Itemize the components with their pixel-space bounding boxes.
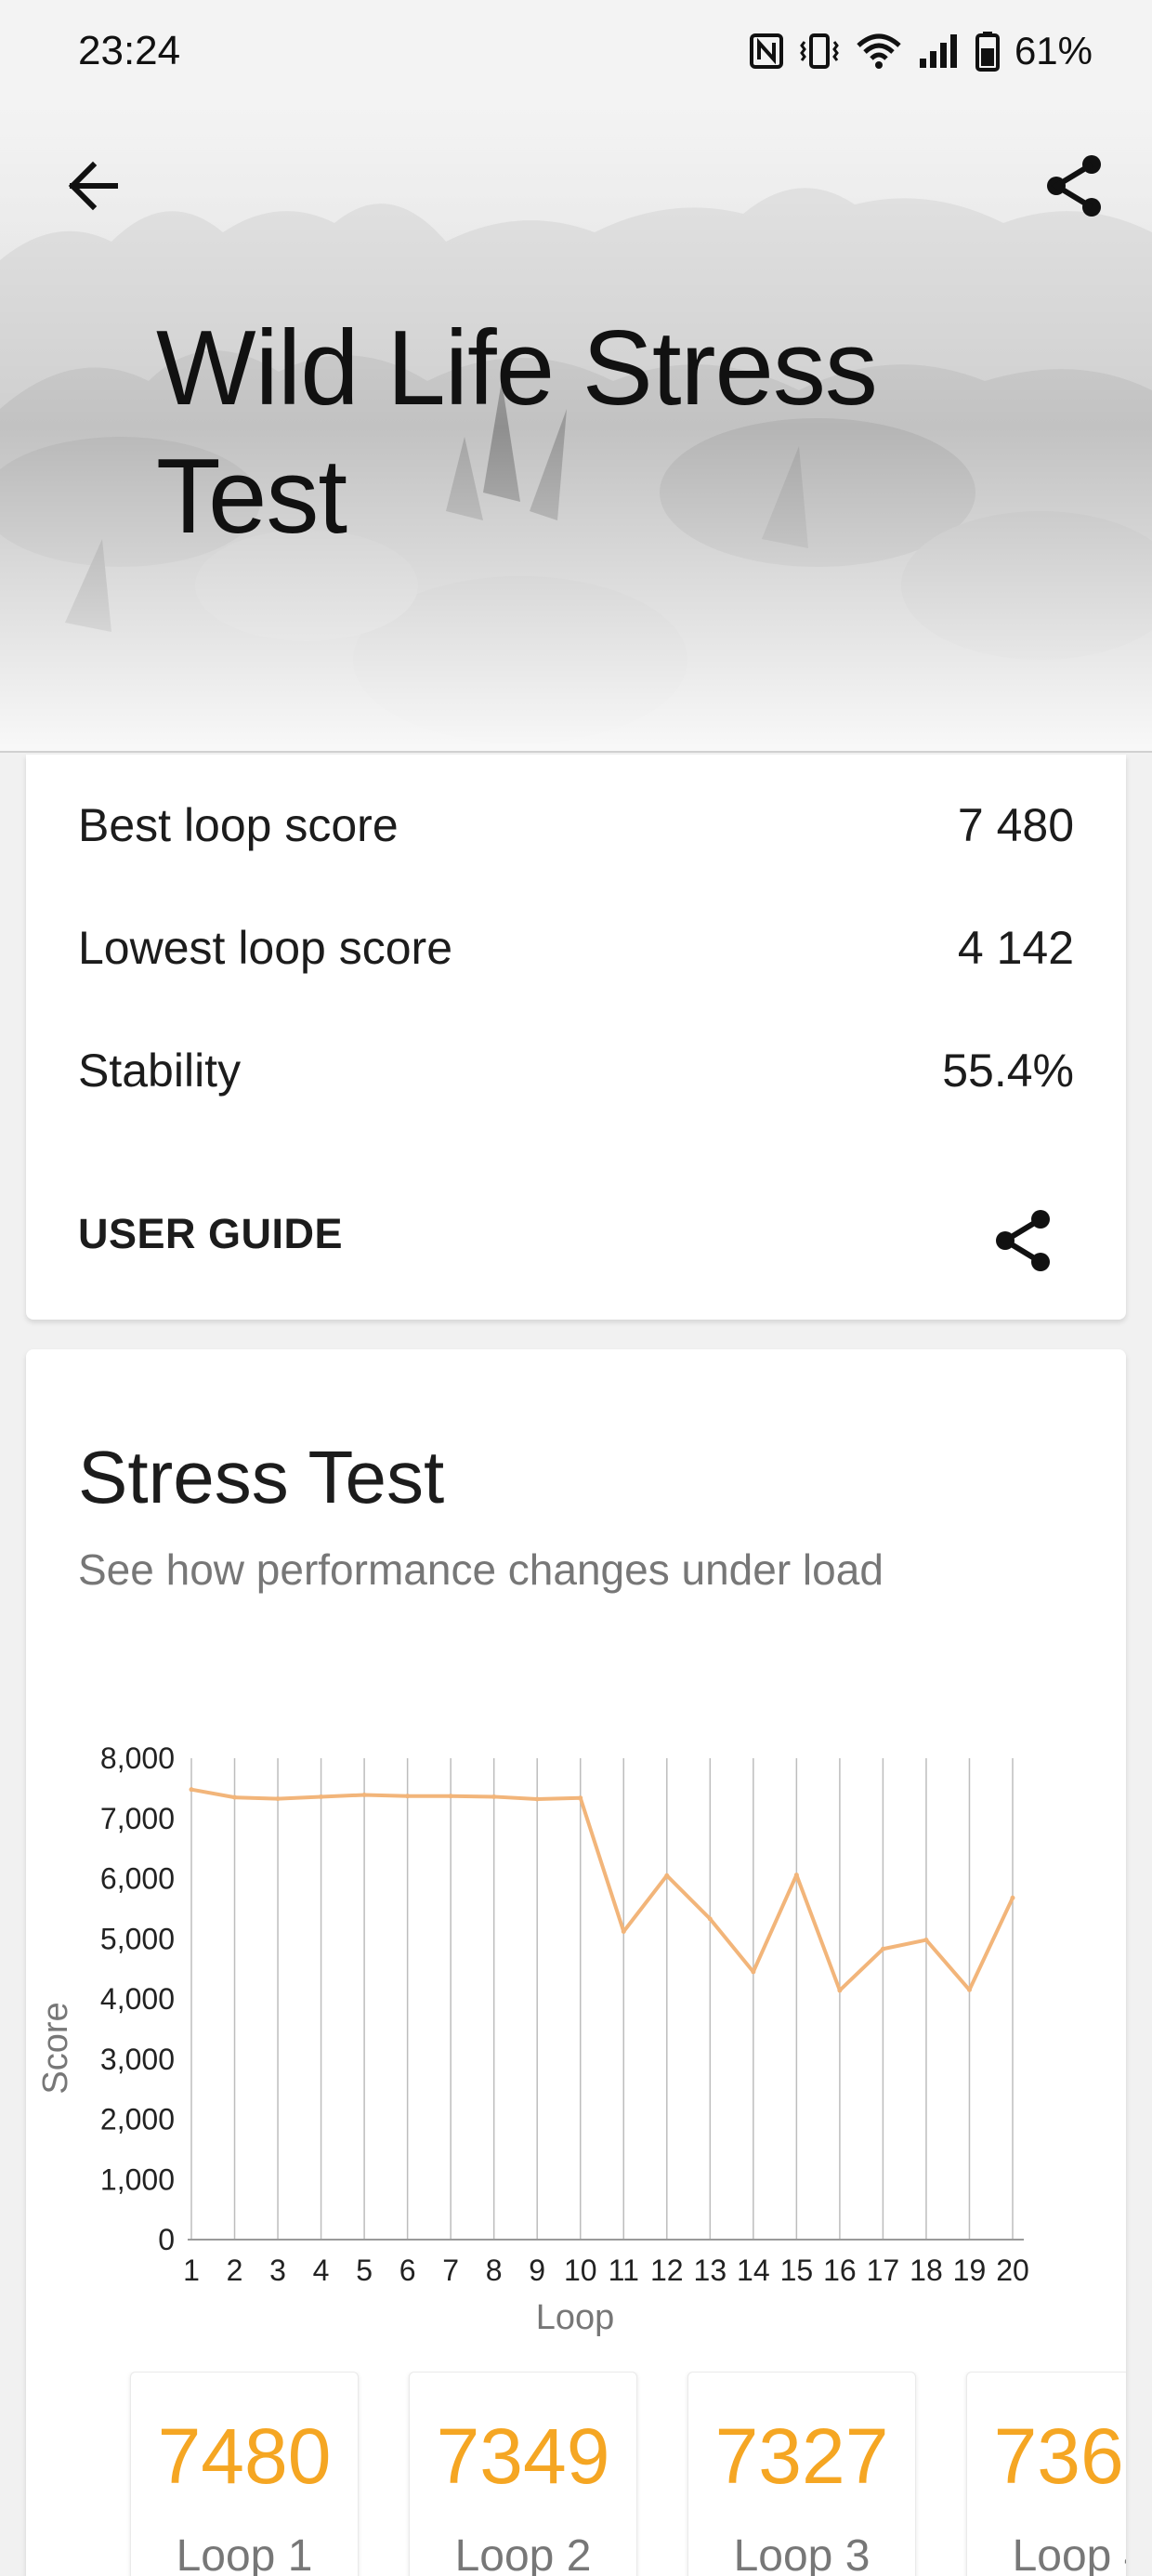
best-loop-score-value: 7 480 [957, 799, 1074, 851]
lowest-loop-score-label: Lowest loop score [78, 922, 453, 974]
x-tick-label: 15 [780, 2254, 814, 2287]
status-time: 23:24 [78, 28, 181, 73]
x-tick-label: 9 [529, 2254, 545, 2287]
share-icon [996, 1210, 1050, 1271]
share-results-button[interactable] [981, 1199, 1065, 1282]
data-point-loop-11 [621, 1928, 626, 1934]
page-title: Wild Life Stress Test [156, 309, 878, 556]
stress-test-chart: 0 1,000 2,000 3,000 4,000 5,000 6,000 7,000 8,00… [36, 1741, 1029, 2337]
x-axis-title: Loop [536, 2298, 615, 2337]
x-tick-label: 7 [442, 2254, 459, 2287]
share-icon [1047, 155, 1101, 217]
x-tick-label: 3 [269, 2254, 286, 2287]
x-tick-label: 2 [227, 2254, 243, 2287]
x-tick-label: 16 [823, 2254, 857, 2287]
x-tick-label: 8 [486, 2254, 503, 2287]
x-tick-label: 20 [996, 2254, 1029, 2287]
x-tick-label: 5 [356, 2254, 373, 2287]
y-tick-label: 6,000 [100, 1862, 175, 1896]
data-point-loop-9 [534, 1796, 540, 1802]
x-tick-label: 12 [650, 2254, 684, 2287]
loop-label: Loop 2 [454, 2531, 592, 2576]
stability-row: Stability 55.4% [78, 1033, 1074, 1108]
status-icons: 61% [749, 29, 1093, 73]
loop-card[interactable]: 7480 Loop 1 [130, 2372, 359, 2576]
share-button[interactable] [1037, 149, 1111, 223]
data-point-loop-4 [319, 1794, 324, 1799]
x-tick-label: 18 [910, 2254, 943, 2287]
data-point-loop-7 [448, 1794, 453, 1799]
x-tick-label: 10 [564, 2254, 597, 2287]
y-tick-label: 8,000 [100, 1741, 175, 1775]
data-point-loop-3 [275, 1796, 281, 1802]
loop-score: 7349 [436, 2412, 610, 2500]
loop-card[interactable]: 7349 Loop 2 [409, 2372, 637, 2576]
y-axis-title: Score [36, 2002, 75, 2094]
best-loop-score-row: Best loop score 7 480 [78, 788, 1074, 862]
data-point-loop-6 [405, 1794, 411, 1799]
status-bar: 23:24 61% [0, 0, 1152, 102]
y-tick-label: 4,000 [100, 1982, 175, 2016]
loop-card[interactable]: 7327 Loop 3 [687, 2372, 916, 2576]
stress-test-card: Stress Test See how performance changes … [26, 1349, 1126, 2576]
data-point-loop-14 [751, 1969, 756, 1975]
y-tick-label: 2,000 [100, 2103, 175, 2136]
data-point-loop-10 [578, 1795, 583, 1801]
back-button[interactable] [58, 151, 128, 221]
y-tick-label: 3,000 [100, 2043, 175, 2076]
loop-score: 7480 [157, 2412, 332, 2500]
x-tick-label: 4 [313, 2254, 330, 2287]
lowest-loop-score-value: 4 142 [957, 922, 1074, 974]
data-point-loop-13 [707, 1916, 713, 1922]
data-point-loop-5 [361, 1792, 367, 1797]
summary-card: Best loop score 7 480 Lowest loop score … [26, 755, 1126, 1320]
data-point-loop-18 [923, 1938, 929, 1943]
x-tick-labels: 1 2 3 4 5 6 7 8 9 10 11 12 13 14 15 16 17 18 19 20 [183, 2254, 1029, 2287]
loop-label: Loop 4 [1012, 2531, 1126, 2576]
score-points [189, 1787, 1015, 1993]
x-tick-label: 6 [399, 2254, 416, 2287]
y-tick-label: 5,000 [100, 1922, 175, 1955]
loop-card[interactable]: 7360 Loop 4 [966, 2372, 1126, 2576]
hero-header: Wild Life Stress Test [0, 102, 1152, 753]
battery-percent: 61% [1014, 29, 1093, 72]
loop-score: 7360 [993, 2412, 1126, 2500]
data-point-loop-17 [880, 1946, 885, 1952]
data-point-loop-16 [837, 1988, 843, 1993]
stability-label: Stability [78, 1045, 242, 1097]
loop-label: Loop 3 [733, 2531, 871, 2576]
nfc-icon [749, 33, 784, 70]
data-point-loop-19 [966, 1987, 972, 1992]
x-tick-label: 17 [867, 2254, 900, 2287]
best-loop-score-label: Best loop score [78, 799, 399, 851]
data-point-loop-20 [1010, 1895, 1015, 1900]
y-tick-label: 7,000 [100, 1802, 175, 1835]
score-series-line [190, 1787, 1015, 1992]
data-point-loop-2 [232, 1794, 238, 1800]
data-point-loop-12 [664, 1873, 670, 1878]
y-tick-labels: 0 1,000 2,000 3,000 4,000 5,000 6,000 7,000 8,00… [100, 1741, 175, 2256]
vibrate-icon [799, 33, 840, 70]
loop-score: 7327 [714, 2412, 889, 2500]
y-tick-label: 1,000 [100, 2162, 175, 2196]
x-tick-label: 13 [694, 2254, 727, 2287]
arrow-left-icon [68, 161, 118, 211]
x-tick-label: 11 [609, 2254, 639, 2287]
battery-icon [975, 31, 1000, 72]
user-guide-link[interactable]: USER GUIDE [78, 1210, 343, 1258]
loop-score-cards[interactable]: 7480 Loop 1 7349 Loop 2 7327 Loop 3 7360 Loop 4 [104, 2372, 1126, 2576]
data-point-loop-15 [793, 1873, 799, 1878]
wifi-icon [855, 33, 903, 70]
chart-gridlines [190, 1758, 1014, 2240]
stability-value: 55.4% [942, 1045, 1074, 1097]
loop-label: Loop 1 [176, 2531, 313, 2576]
x-tick-label: 1 [183, 2254, 200, 2287]
lowest-loop-score-row: Lowest loop score 4 142 [78, 911, 1074, 985]
data-point-loop-8 [491, 1794, 497, 1799]
x-tick-label: 14 [737, 2254, 770, 2287]
data-point-loop-1 [189, 1787, 194, 1793]
x-tick-label: 19 [953, 2254, 987, 2287]
signal-icon [918, 33, 961, 70]
y-tick-label: 0 [158, 2223, 175, 2256]
